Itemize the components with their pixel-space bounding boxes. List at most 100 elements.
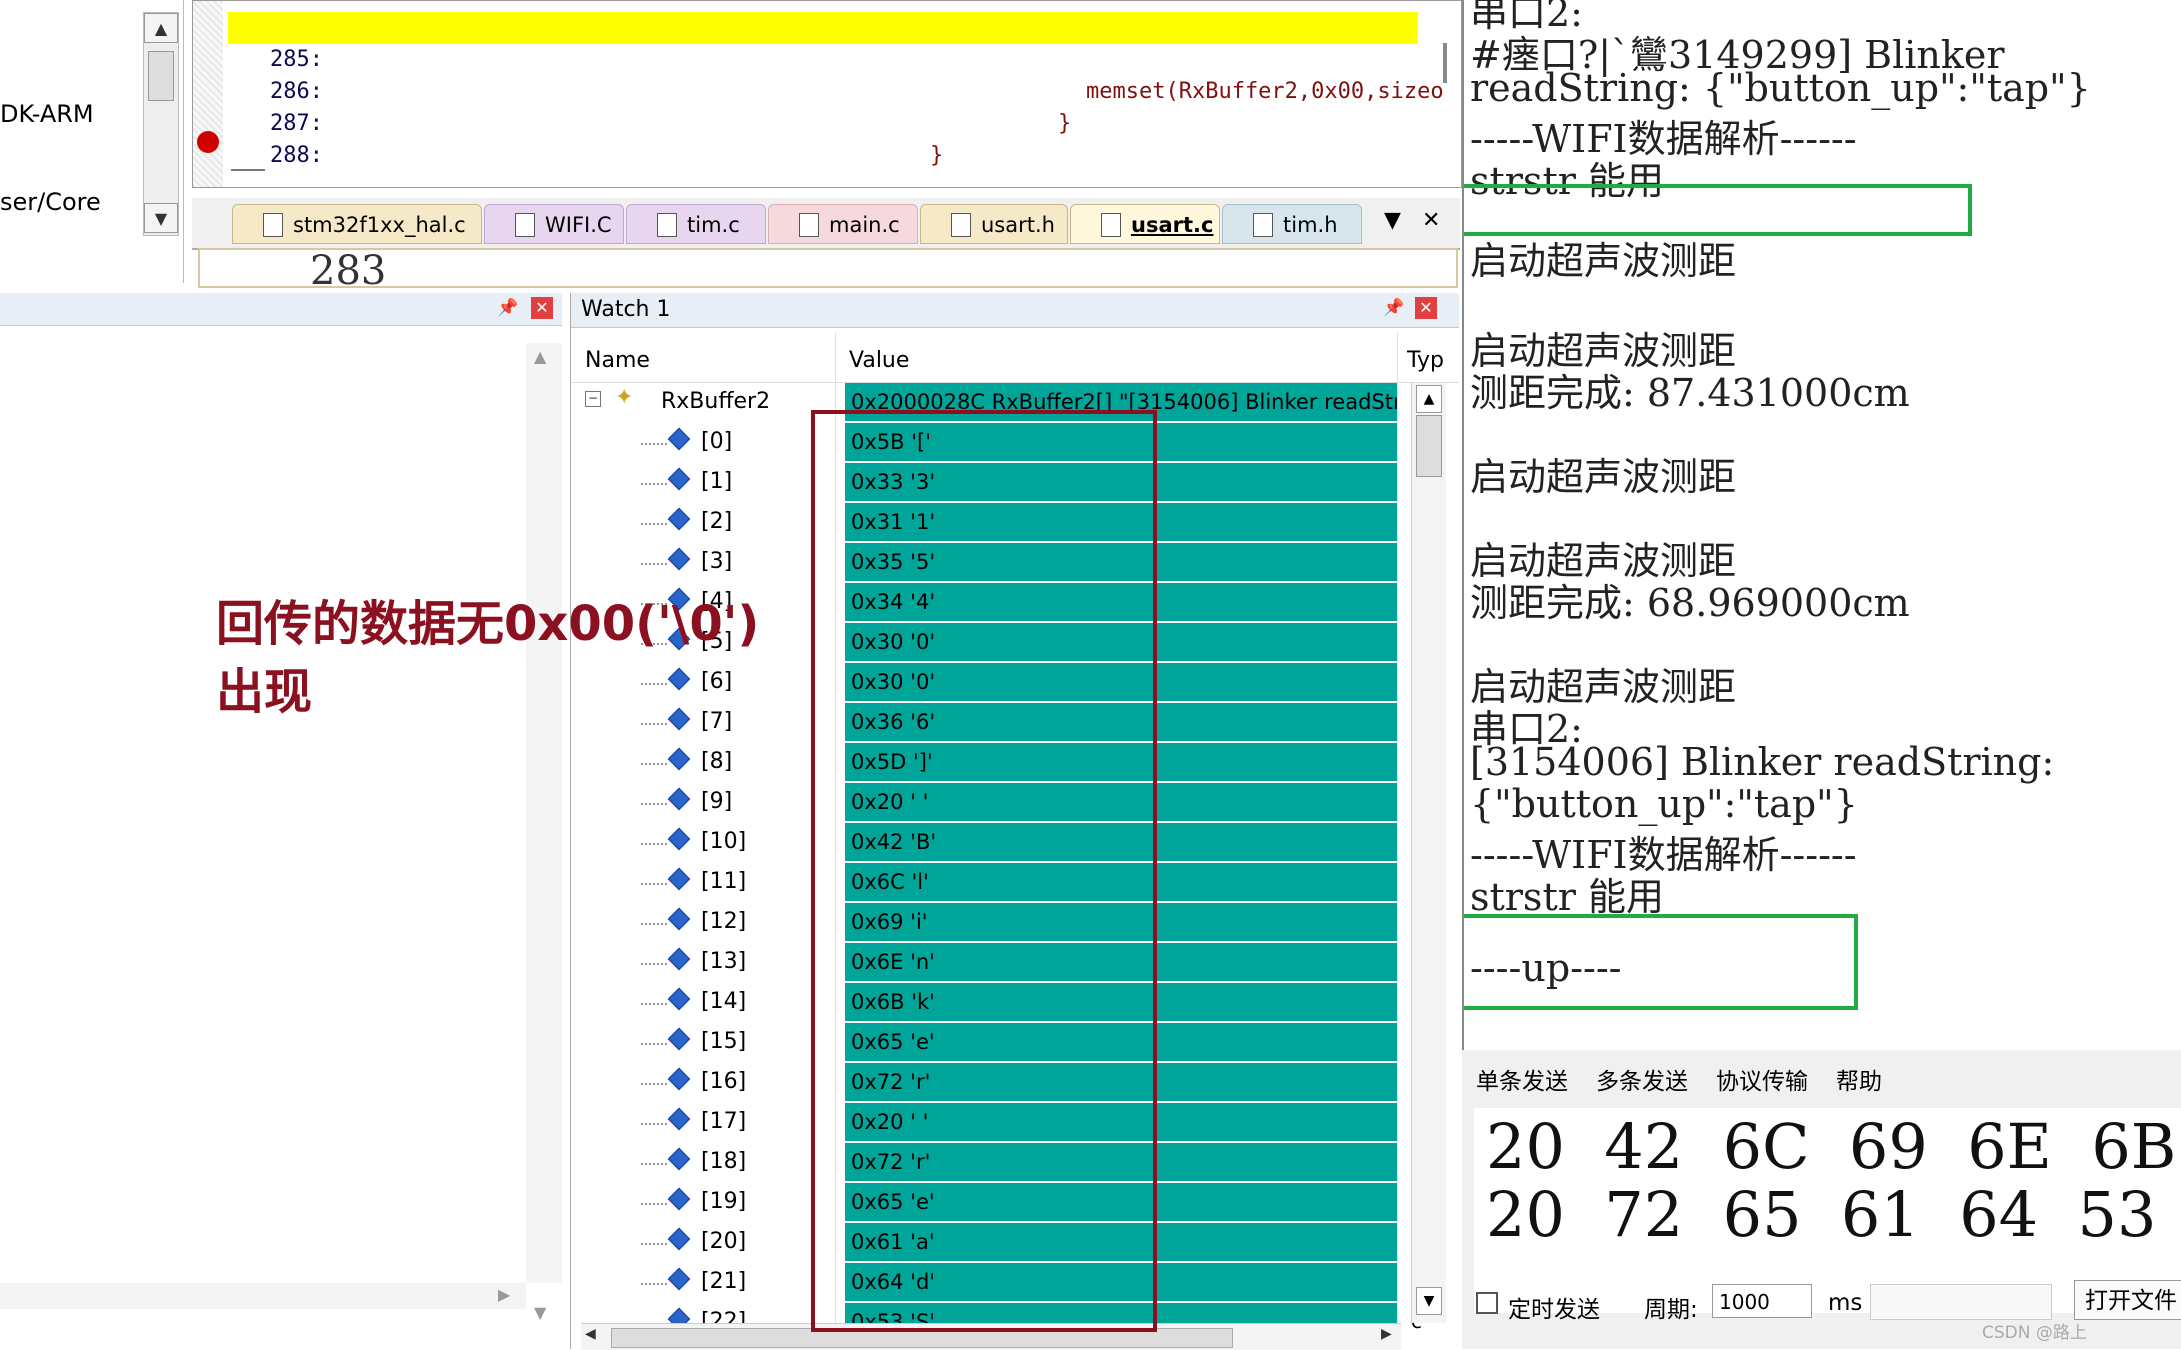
code-line[interactable]: 287: } <box>228 76 1418 168</box>
tab-help[interactable]: 帮助 <box>1836 1062 1882 1096</box>
element-icon <box>667 947 691 971</box>
pane-hscrollbar[interactable]: ▶ <box>0 1283 526 1309</box>
scroll-up-arrow-icon[interactable]: ▲ <box>1416 385 1442 413</box>
close-icon[interactable]: ✕ <box>1415 297 1437 319</box>
editor-hscroll-thumb[interactable] <box>231 169 265 171</box>
scroll-down-arrow-icon[interactable]: ▼ <box>1416 1287 1442 1315</box>
annotation-callout: 回传的数据无0x00('\0') 出现 <box>216 590 786 726</box>
column-name[interactable]: Name <box>585 348 650 373</box>
element-index: [3] <box>701 549 733 574</box>
tree-scrollbar[interactable]: ▲ ▼ <box>143 12 179 236</box>
element-index: [9] <box>701 789 733 814</box>
element-index: [1] <box>701 469 733 494</box>
code-line[interactable]: 288: <box>228 108 1418 168</box>
tree-connector <box>641 843 667 845</box>
tree-connector <box>641 1163 667 1165</box>
pin-icon[interactable]: 📌 <box>1383 298 1404 318</box>
close-icon[interactable]: ✕ <box>531 297 553 319</box>
column-type[interactable]: Typ <box>1407 348 1444 373</box>
scroll-up-arrow-icon[interactable]: ▲ <box>534 347 546 366</box>
terminal-line: 启动超声波测距 <box>1470 239 1737 283</box>
document-icon <box>951 213 971 237</box>
element-icon <box>667 467 691 491</box>
tree-connector <box>641 923 667 925</box>
secondary-editor[interactable]: 283 <box>198 248 1458 294</box>
watch-header: Watch 1 📌 ✕ <box>571 293 1459 328</box>
collapse-toggle-icon[interactable]: − <box>585 391 601 407</box>
tab-main-c[interactable]: main.c <box>768 204 918 244</box>
variable-struct-icon: ✦ <box>615 385 634 410</box>
watch-column-headers: Name Value Typ <box>571 338 1459 383</box>
code-line[interactable]: 286: } <box>228 44 1418 136</box>
scroll-right-arrow-icon[interactable]: ▶ <box>498 1285 510 1304</box>
scroll-right-arrow-icon[interactable]: ▶ <box>1381 1326 1392 1342</box>
tab-protocol[interactable]: 协议传输 <box>1716 1062 1808 1096</box>
file-path-input[interactable] <box>1870 1284 2052 1320</box>
pane-scrollbar[interactable]: ▲ ▼ <box>526 343 562 1322</box>
pin-icon[interactable]: 📌 <box>497 298 518 318</box>
close-tab-icon[interactable]: ✕ <box>1422 208 1440 233</box>
project-tree-pane: DK-ARM ser/Core ▲ ▼ <box>0 0 184 283</box>
open-file-button[interactable]: 打开文件 <box>2074 1280 2181 1320</box>
tree-item-user-core[interactable]: ser/Core <box>0 188 101 216</box>
document-icon <box>1253 213 1273 237</box>
element-icon <box>667 1107 691 1131</box>
column-value[interactable]: Value <box>849 348 909 373</box>
editor-scroll-thumb[interactable] <box>1443 43 1447 83</box>
tab-stm32f1xx-hal-c[interactable]: stm32f1xx_hal.c <box>232 204 482 244</box>
element-index: [2] <box>701 509 733 534</box>
tab-tim-h[interactable]: tim.h <box>1222 204 1362 244</box>
element-index: [0] <box>701 429 733 454</box>
code-line-current[interactable]: 285: memset(RxBuffer2,0x00,sizeo <box>228 12 1444 104</box>
terminal-line: 启动超声波测距 <box>1470 455 1737 499</box>
period-input[interactable]: 1000 <box>1712 1284 1812 1318</box>
tab-wifi-c[interactable]: WIFI.C <box>484 204 624 244</box>
tree-connector <box>641 563 667 565</box>
terminal-line: strstr 能用 <box>1470 875 1664 919</box>
tab-tim-c[interactable]: tim.c <box>626 204 766 244</box>
scroll-up-arrow-icon[interactable]: ▲ <box>144 13 178 43</box>
tab-usart-h[interactable]: usart.h <box>920 204 1068 244</box>
element-icon <box>667 827 691 851</box>
document-icon <box>657 213 677 237</box>
element-icon <box>667 747 691 771</box>
element-icon <box>667 1067 691 1091</box>
element-index: [21] <box>701 1269 747 1294</box>
scroll-down-arrow-icon[interactable]: ▼ <box>534 1303 546 1322</box>
tree-connector <box>641 963 667 965</box>
scroll-down-arrow-icon[interactable]: ▼ <box>144 203 178 233</box>
breakpoint-icon[interactable] <box>197 131 219 153</box>
scroll-thumb[interactable] <box>1416 415 1442 477</box>
tab-usart-c[interactable]: usart.c <box>1070 204 1220 244</box>
element-icon <box>667 1027 691 1051</box>
tree-connector <box>641 1243 667 1245</box>
element-index: [18] <box>701 1149 747 1174</box>
tab-single-send[interactable]: 单条发送 <box>1476 1062 1568 1096</box>
element-index: [14] <box>701 989 747 1014</box>
element-index: [12] <box>701 909 747 934</box>
tree-connector <box>641 1083 667 1085</box>
tree-connector <box>641 1203 667 1205</box>
element-index: [13] <box>701 949 747 974</box>
period-label: 周期: <box>1644 1297 1698 1323</box>
line-number: 283 <box>310 248 387 294</box>
tree-connector <box>641 1283 667 1285</box>
tree-connector <box>641 883 667 885</box>
tree-item-dk-arm[interactable]: DK-ARM <box>0 100 94 128</box>
terminal-line: 测距完成: 68.969000cm <box>1470 581 1910 625</box>
timed-send-checkbox[interactable] <box>1476 1292 1498 1314</box>
element-index: [17] <box>701 1109 747 1134</box>
tab-multi-send[interactable]: 多条发送 <box>1596 1062 1688 1096</box>
code-editor[interactable]: 285: memset(RxBuffer2,0x00,sizeo 286: } … <box>192 0 1462 188</box>
tree-connector <box>641 523 667 525</box>
tree-connector <box>641 803 667 805</box>
scroll-thumb[interactable] <box>148 51 174 101</box>
watch-scrollbar[interactable]: ▲ ▼ <box>1411 383 1446 1323</box>
variable-name: RxBuffer2 <box>661 389 771 414</box>
highlight-box <box>1464 184 1972 236</box>
scroll-left-arrow-icon[interactable]: ◀ <box>585 1326 596 1342</box>
tab-list-dropdown-icon[interactable]: ▼ <box>1384 208 1401 233</box>
highlight-box <box>1464 914 1858 1010</box>
serial-receive-area[interactable]: 串口2: #瘗口?|`鸞3149299] Blinker readString: {… <box>1462 0 2181 1050</box>
document-icon <box>515 213 535 237</box>
